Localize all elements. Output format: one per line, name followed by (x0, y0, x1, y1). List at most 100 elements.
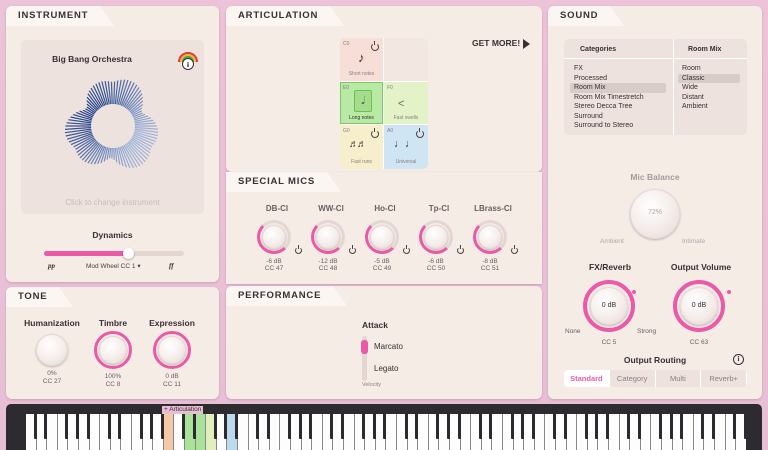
cell-note: C0 (343, 41, 350, 47)
change-instrument-hint[interactable]: Click to change instrument (21, 198, 204, 207)
piano-white-key[interactable] (312, 414, 323, 450)
piano-white-key[interactable] (163, 414, 175, 450)
piano-white-key[interactable] (534, 414, 546, 450)
piano-white-key[interactable] (47, 414, 58, 450)
dynamics-min: pp (48, 262, 55, 270)
dynamics-slider[interactable] (44, 248, 184, 259)
piano-white-key[interactable] (609, 414, 620, 450)
mic-knob[interactable] (262, 225, 286, 249)
routing-tab[interactable]: Multi (656, 370, 702, 387)
timbre-knob[interactable] (99, 336, 127, 364)
piano-white-key[interactable] (386, 414, 397, 450)
attack-slider[interactable] (361, 336, 368, 381)
mic-knob[interactable] (316, 225, 340, 249)
mic-label: Tp-Cl (428, 204, 450, 213)
articulation-tab: ARTICULATION (226, 6, 345, 26)
attack-option-legato[interactable]: Legato (374, 364, 398, 373)
fx-reverb-cc: CC 5 (601, 339, 617, 346)
piano-keys (26, 414, 746, 450)
output-volume-knob[interactable]: 0 dB (680, 287, 718, 325)
fast-run-icon: ♬♬ (349, 139, 367, 150)
dynamics-max: ff (169, 262, 174, 270)
power-icon[interactable] (416, 128, 424, 138)
mic-knob[interactable] (370, 225, 394, 249)
mic-balance-min: Ambient (600, 238, 624, 245)
articulation-cell[interactable]: C0 ♪ Short notes (340, 38, 384, 82)
room-item[interactable]: Classic (678, 73, 740, 83)
expression-knob[interactable] (158, 336, 186, 364)
category-item[interactable]: Surround to Stereo (570, 121, 666, 131)
piano-white-key[interactable] (238, 414, 249, 450)
category-item[interactable]: Room Mix Timestretch (570, 93, 666, 103)
piano-white-key[interactable] (89, 414, 101, 450)
room-item[interactable]: Wide (678, 83, 740, 93)
mic-knob-group: LBrass-Cl -8 dB CC 51 (466, 204, 520, 279)
sound-panel: SOUND Categories Room Mix FX Processed Roo… (548, 6, 762, 399)
category-item[interactable]: Surround (570, 112, 666, 122)
articulation-cell[interactable]: F0 < Fast swells (384, 82, 428, 125)
mic-knob[interactable] (424, 225, 448, 249)
category-item[interactable]: Processed (570, 74, 666, 84)
power-icon[interactable] (403, 245, 410, 254)
humanization-label: Humanization (24, 318, 80, 328)
attack-option-marcato[interactable]: Marcato (374, 342, 403, 351)
attack-handle[interactable] (361, 340, 368, 354)
play-icon (522, 38, 530, 49)
articulation-marker-label: + Articulation (162, 406, 204, 414)
info-icon[interactable]: i (733, 354, 744, 365)
piano-white-key[interactable] (492, 414, 503, 450)
dynamics-label: Dynamics (92, 230, 133, 240)
mic-balance-knob[interactable]: 72% (630, 189, 680, 239)
expression-label: Expression (149, 318, 195, 328)
piano-white-key[interactable] (418, 414, 429, 450)
piano-white-key[interactable] (195, 414, 207, 450)
category-item[interactable]: Stereo Decca Tree (570, 102, 666, 112)
fx-reverb-knob[interactable]: 0 dB (590, 287, 628, 325)
mic-knob[interactable] (478, 225, 502, 249)
room-item[interactable]: Distant (678, 93, 740, 103)
articulation-cell[interactable]: G0 ♬♬ Fast runs (340, 125, 384, 169)
piano-white-key[interactable] (715, 414, 726, 450)
piano-white-key[interactable] (566, 414, 578, 450)
power-icon[interactable] (371, 41, 379, 51)
mic-label: Ho-Cl (374, 204, 396, 213)
piano-white-key[interactable] (460, 414, 472, 450)
piano-white-key[interactable] (269, 414, 281, 450)
piano-white-key[interactable] (344, 414, 355, 450)
piano-white-key[interactable] (640, 414, 652, 450)
tone-tab: TONE (6, 287, 74, 307)
routing-tab[interactable]: Category (610, 370, 656, 387)
power-icon[interactable] (511, 245, 518, 254)
power-icon[interactable] (349, 245, 356, 254)
power-icon[interactable] (371, 128, 379, 138)
room-item[interactable]: Room (678, 64, 740, 74)
timbre-cc: CC 8 (105, 381, 121, 388)
humanization-group: Humanization 0% CC 27 (20, 318, 84, 385)
power-icon[interactable] (295, 245, 302, 254)
articulation-cell[interactable]: A0 ♩♩ Universal (384, 125, 428, 169)
special-mics-tab: SPECIAL MICS (226, 172, 341, 192)
mic-cc: CC 47 (264, 265, 284, 272)
sound-browser: Categories Room Mix FX Processed Room Mix R… (564, 39, 747, 135)
timbre-value: 100% (104, 373, 122, 380)
cell-note: F0 (387, 85, 393, 91)
articulation-panel: ARTICULATION GET MORE! C0 ♪ Short notes … (226, 6, 542, 172)
piano-white-key[interactable] (683, 414, 694, 450)
instrument-card[interactable]: Big Bang Orchestra i Click to change ins… (21, 40, 204, 214)
humanization-knob[interactable] (36, 334, 68, 366)
piano-black-key[interactable] (743, 414, 746, 439)
expression-cc: CC 11 (163, 381, 181, 388)
piano-white-key[interactable] (121, 414, 132, 450)
articulation-cell-selected[interactable]: E0 𝅗𝅥 Long notes (340, 82, 384, 125)
routing-tab[interactable]: Reverb+ (701, 370, 747, 387)
info-icon[interactable]: i (176, 48, 200, 72)
power-icon[interactable] (457, 245, 464, 254)
room-item[interactable]: Ambient (678, 102, 740, 112)
cell-label: Long notes (349, 115, 374, 121)
dynamics-handle[interactable] (123, 248, 134, 259)
dynamics-cc[interactable]: Mod Wheel CC 1 ▾ (86, 262, 141, 270)
routing-tab[interactable]: Standard (564, 370, 610, 387)
get-more-button[interactable]: GET MORE! (472, 38, 530, 49)
category-item[interactable]: FX (570, 64, 666, 74)
category-item[interactable]: Room Mix (570, 83, 666, 93)
